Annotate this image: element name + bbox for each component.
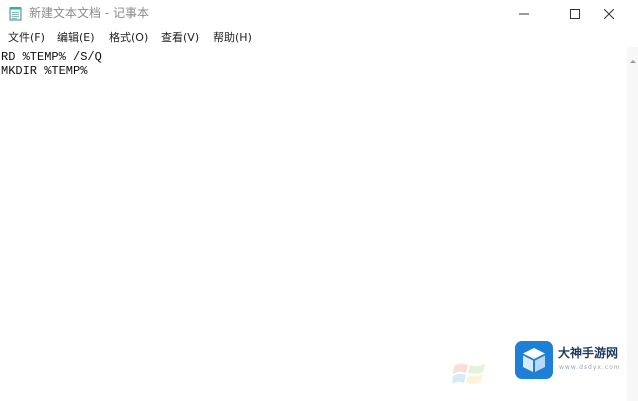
close-icon [604,9,614,19]
notepad-icon [9,7,22,21]
maximize-icon [570,9,580,19]
menu-help[interactable]: 帮助(H) [212,30,253,45]
window-title: 新建文本文档 - 记事本 [29,6,149,20]
minimize-icon [519,13,529,15]
title-bar[interactable]: 新建文本文档 - 记事本 [0,0,638,28]
close-button[interactable] [586,0,632,28]
menu-format[interactable]: 格式(O) [108,30,149,45]
dashen-logo-icon [515,341,553,379]
menu-file[interactable]: 文件(F) [7,30,46,45]
menu-edit[interactable]: 编辑(E) [56,30,96,45]
minimize-button[interactable] [501,0,547,28]
notepad-window: 新建文本文档 - 记事本 文件(F) 编辑(E) 格式(O) 查看(V) 帮助(… [0,0,638,401]
editor-line: RD %TEMP% /S/Q [1,50,102,64]
vertical-scrollbar[interactable] [627,47,638,401]
windows-logo-watermark-icon [452,363,485,384]
menu-bar: 文件(F) 编辑(E) 格式(O) 查看(V) 帮助(H) [0,28,638,47]
scroll-up-icon[interactable] [630,60,636,63]
editor-line: MKDIR %TEMP% [1,64,88,78]
watermark-url: www.dsdyx.com [559,364,621,371]
watermark-title: 大神手游网 [558,346,619,360]
menu-view[interactable]: 查看(V) [160,30,200,45]
